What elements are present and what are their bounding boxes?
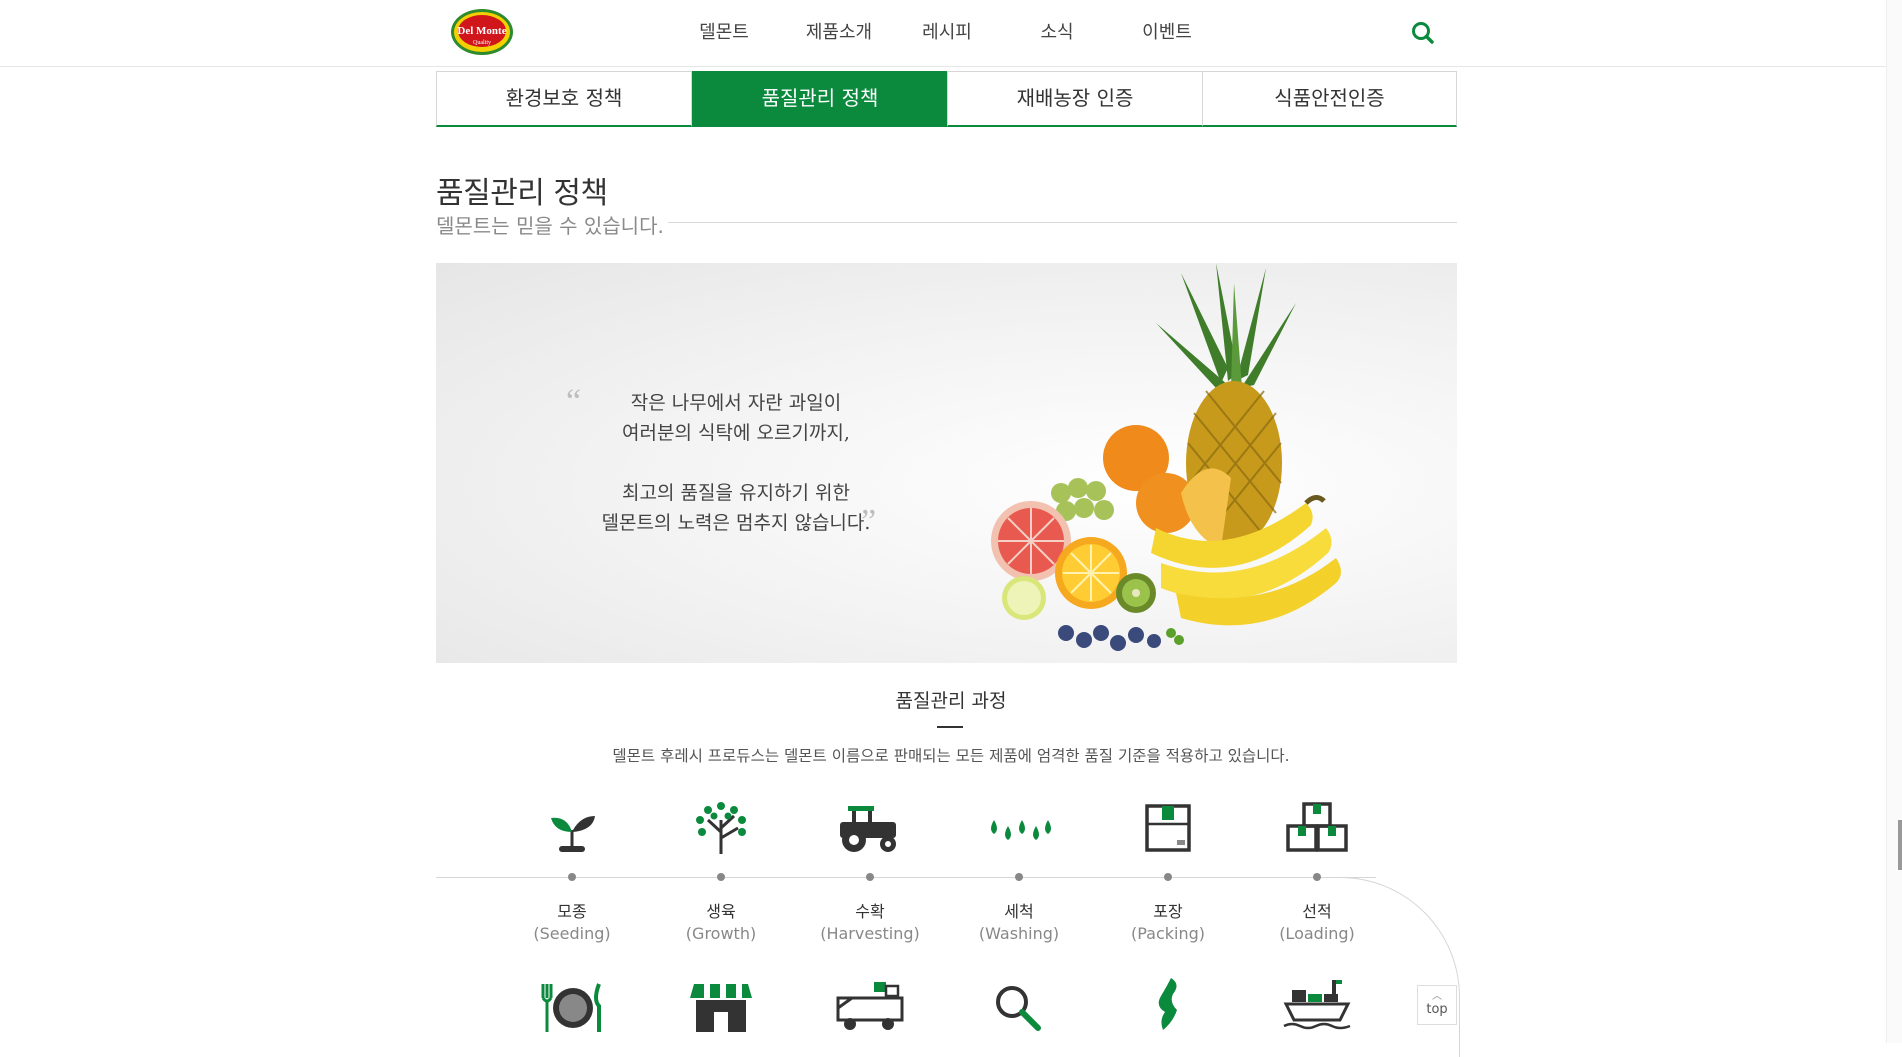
seedling-icon — [537, 802, 607, 856]
timeline-dot — [1313, 873, 1321, 881]
search-icon[interactable] — [1410, 20, 1436, 46]
step-label-kr: 모종 — [557, 902, 587, 921]
tab-quality-control[interactable]: 품질관리 정책 — [692, 71, 948, 127]
quote-line: 여러분의 식탁에 오르기까지, — [622, 422, 850, 444]
timeline-dot — [866, 873, 874, 881]
quote-line — [556, 448, 916, 478]
tree-icon — [686, 798, 756, 854]
step-label-en: (Harvesting) — [820, 924, 920, 943]
process-description: 델몬트 후레시 프로듀스는 델몬트 이름으로 판매되는 모든 제품에 엄격한 품… — [612, 747, 1290, 765]
timeline-line — [436, 877, 1376, 878]
top-button-label: top — [1426, 1002, 1448, 1017]
page-title: 품질관리 정책 — [436, 176, 608, 211]
water-drops-icon — [984, 806, 1054, 860]
nav-item-events[interactable]: 이벤트 — [1132, 0, 1202, 66]
step-washing: 세척 (Washing) — [949, 898, 1089, 943]
nav-item-recipes[interactable]: 레시피 — [912, 0, 982, 66]
step-seeding: 모종 (Seeding) — [502, 898, 642, 943]
tab-environment[interactable]: 환경보호 정책 — [436, 71, 692, 127]
nav-item-delmonte[interactable]: 델몬트 — [690, 0, 758, 66]
step-label-kr: 선적 — [1302, 902, 1332, 921]
svg-text:Del Monte: Del Monte — [457, 25, 506, 37]
del-monte-logo[interactable]: Del Monte Quality — [449, 7, 515, 57]
chevron-up-icon: ︿ — [1432, 991, 1442, 1002]
fruit-illustration — [991, 263, 1341, 651]
scroll-top-button[interactable]: ︿ top — [1417, 985, 1457, 1025]
timeline-dot — [717, 873, 725, 881]
svg-text:Quality: Quality — [473, 40, 491, 46]
policy-tabs: 환경보호 정책 품질관리 정책 재배농장 인증 식품안전인증 — [436, 71, 1457, 127]
ship-icon — [1282, 976, 1352, 1030]
magnifier-icon — [984, 980, 1054, 1034]
hero-banner: “ 작은 나무에서 자란 과일이 여러분의 식탁에 오르기까지, 최고의 품질을… — [436, 263, 1457, 663]
step-label-kr: 세척 — [1004, 902, 1034, 921]
tab-farm-certification[interactable]: 재배농장 인증 — [947, 71, 1203, 127]
step-label-en: (Packing) — [1130, 924, 1206, 943]
dish-icon — [537, 980, 607, 1034]
box-icon — [1133, 802, 1203, 856]
step-label-en: (Loading) — [1279, 924, 1355, 943]
timeline-dot — [568, 873, 576, 881]
nav-item-products[interactable]: 제품소개 — [794, 0, 884, 66]
step-harvesting: 수확 (Harvesting) — [800, 898, 940, 943]
page-scrollbar[interactable] — [1886, 0, 1902, 1043]
page-subtitle: 델몬트는 믿을 수 있습니다. — [436, 214, 664, 238]
quote-line: 작은 나무에서 자란 과일이 — [630, 392, 842, 414]
timeline-dot — [1015, 873, 1023, 881]
truck-icon — [834, 978, 904, 1032]
step-label-en: (Washing) — [978, 924, 1060, 943]
step-label-kr: 생육 — [706, 902, 736, 921]
nav-item-news[interactable]: 소식 — [1032, 0, 1082, 66]
title-divider — [668, 222, 1457, 223]
map-icon — [1133, 976, 1203, 1030]
tab-food-safety[interactable]: 식품안전인증 — [1202, 71, 1457, 127]
step-label-kr: 포장 — [1153, 902, 1183, 921]
close-quote-mark: ” — [861, 503, 877, 540]
step-label-en: (Growth) — [685, 924, 757, 943]
process-title-underline — [937, 726, 963, 728]
stacked-boxes-icon — [1282, 800, 1352, 854]
step-loading: 선적 (Loading) — [1247, 898, 1387, 943]
main-nav: 델몬트 제품소개 레시피 소식 이벤트 — [668, 0, 1228, 66]
site-header: Del Monte Quality 델몬트 제품소개 레시피 소식 이벤트 — [0, 0, 1902, 67]
store-icon — [686, 980, 756, 1034]
scrollbar-thumb[interactable] — [1898, 820, 1902, 870]
timeline-dot — [1164, 873, 1172, 881]
step-label-en: (Seeding) — [533, 924, 611, 943]
step-packing: 포장 (Packing) — [1098, 898, 1238, 943]
tractor-icon — [834, 802, 904, 856]
process-title: 품질관리 과정 — [895, 690, 1007, 712]
step-label-kr: 수확 — [855, 902, 885, 921]
step-growth: 생육 (Growth) — [651, 898, 791, 943]
